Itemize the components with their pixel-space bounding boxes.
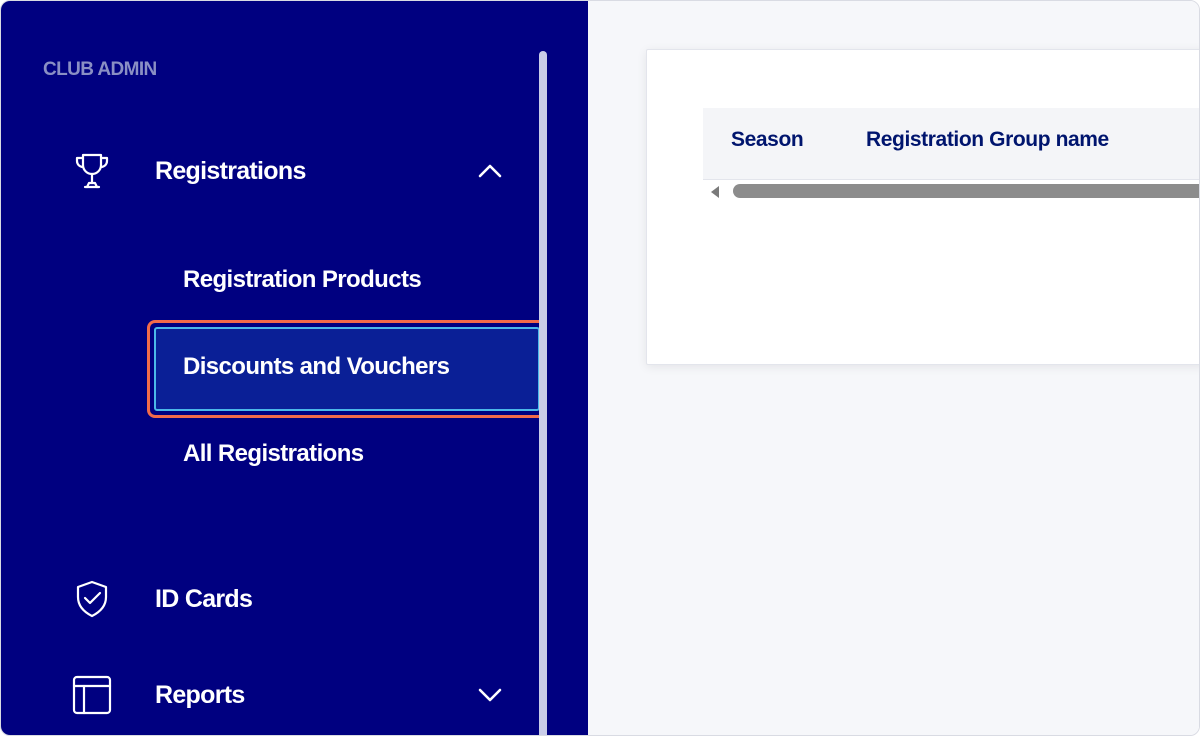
sidebar-item-label: ID Cards [155,584,253,613]
table-header: Season Registration Group name [703,108,1199,180]
shield-check-icon [69,576,115,622]
sidebar-subitem-registration-products[interactable]: Registration Products [183,266,422,294]
scroll-left-arrow-icon[interactable] [711,186,719,198]
sidebar-item-registrations[interactable]: Registrations [1,143,541,199]
section-label: CLUB ADMIN [43,59,157,80]
sidebar-scrollbar[interactable] [539,51,547,735]
table-card: Season Registration Group name [646,49,1199,365]
chevron-down-icon[interactable] [473,678,507,712]
column-header-season[interactable]: Season [731,128,804,152]
horizontal-scrollbar[interactable] [703,182,1199,202]
layout-icon [69,672,115,718]
sidebar-item-id-cards[interactable]: ID Cards [1,571,541,627]
app-window: CLUB ADMIN Registrations Registration Pr… [0,0,1200,736]
chevron-up-icon[interactable] [473,154,507,188]
sidebar-item-reports[interactable]: Reports [1,667,541,723]
sidebar-subitem-all-registrations[interactable]: All Registrations [183,440,364,468]
sidebar-subitem-discounts-and-vouchers[interactable]: Discounts and Vouchers [183,353,450,381]
sidebar-item-label: Reports [155,680,245,709]
sidebar: CLUB ADMIN Registrations Registration Pr… [1,1,588,735]
main-content: Season Registration Group name [588,1,1199,735]
column-header-registration-group-name[interactable]: Registration Group name [866,128,1109,152]
trophy-icon [69,148,115,194]
sidebar-item-label: Registrations [155,156,306,185]
scrollbar-thumb[interactable] [733,184,1199,198]
